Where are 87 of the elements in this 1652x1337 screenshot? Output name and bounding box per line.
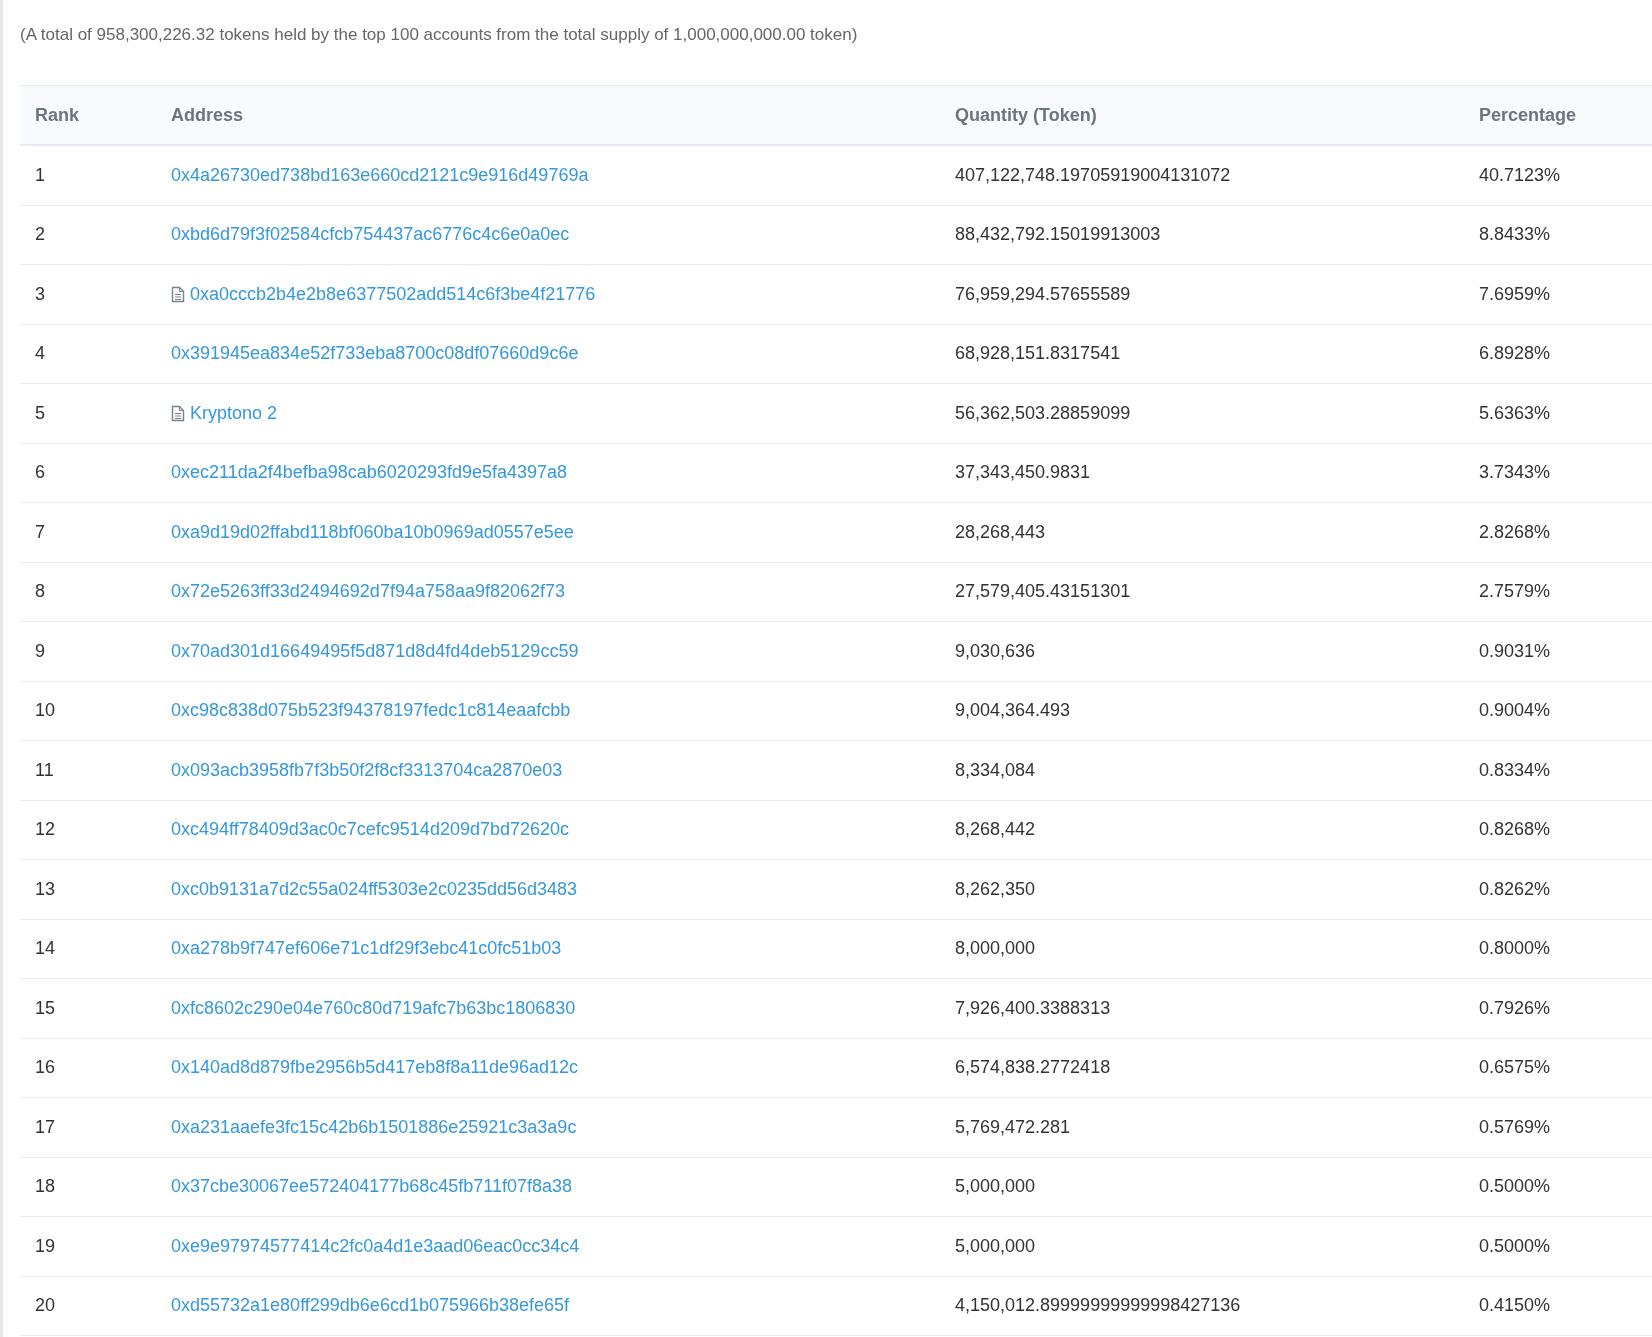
document-icon [171, 285, 185, 303]
address-link[interactable]: 0x4a26730ed738bd163e660cd2121c9e916d49769a [171, 161, 589, 189]
rank-cell: 8 [35, 581, 45, 602]
address-link[interactable]: 0xa278b9f747ef606e71c1df29f3ebc41c0fc51b03 [171, 935, 562, 963]
percentage-cell: 0.5000% [1479, 1235, 1551, 1256]
percentage-cell: 8.8433% [1479, 224, 1551, 245]
address-link[interactable]: 0xec211da2f4befba98cab6020293fd9e5fa4397a8 [171, 459, 568, 487]
percentage-cell: 2.8268% [1479, 521, 1551, 542]
percentage-cell: 0.9031% [1479, 640, 1551, 661]
rank-cell: 6 [35, 462, 45, 483]
quantity-cell: 8,000,000 [955, 938, 1036, 959]
rank-cell: 11 [35, 759, 54, 780]
quantity-cell: 37,343,450.9831 [955, 462, 1091, 483]
quantity-cell: 9,004,364.493 [955, 700, 1071, 721]
quantity-cell: 76,959,294.57655589 [955, 283, 1131, 304]
percentage-cell: 0.5769% [1479, 1116, 1551, 1137]
address-link[interactable]: 0x37cbe30067ee572404177b68c45fb711f07f8a38 [171, 1173, 573, 1201]
rank-cell: 19 [35, 1235, 56, 1256]
address-link[interactable]: 0xa231aaefe3fc15c42b6b1501886e25921c3a3a9c [171, 1113, 577, 1141]
quantity-cell: 88,432,792.15019913003 [955, 224, 1161, 245]
percentage-cell: 3.7343% [1479, 462, 1551, 483]
document-icon [171, 404, 185, 422]
percentage-cell: 0.8268% [1479, 819, 1551, 840]
address-link[interactable]: 0xc98c838d075b523f94378197fedc1c814eaafcbb [171, 697, 571, 725]
percentage-cell: 6.8928% [1479, 343, 1551, 364]
quantity-cell: 28,268,443 [955, 521, 1046, 542]
address-link[interactable]: 0xbd6d79f3f02584cfcb754437ac6776c4c6e0a0ec [171, 221, 570, 249]
address-link[interactable]: 0xe9e97974577414c2fc0a4d1e3aad06eac0cc34c4 [171, 1232, 580, 1260]
percentage-cell: 7.6959% [1479, 283, 1551, 304]
quantity-cell: 8,262,350 [955, 878, 1036, 899]
rank-cell: 5 [35, 402, 45, 423]
address-link[interactable]: 0xfc8602c290e04e760c80d719afc7b63bc1806830 [171, 994, 576, 1022]
percentage-cell: 40.7123% [1479, 164, 1561, 185]
contract-link[interactable]: Kryptono 2 [190, 399, 278, 427]
rank-cell: 20 [35, 1295, 56, 1316]
contract-link[interactable]: 0xa0cccb2b4e2b8e6377502add514c6f3be4f21776 [190, 280, 596, 308]
rank-cell: 14 [35, 938, 56, 959]
column-header: Rank [35, 104, 79, 125]
percentage-cell: 0.5000% [1479, 1176, 1551, 1197]
quantity-cell: 6,574,838.2772418 [955, 1057, 1111, 1078]
percentage-cell: 2.7579% [1479, 581, 1551, 602]
percentage-cell: 0.8334% [1479, 759, 1551, 780]
rank-cell: 17 [35, 1116, 56, 1137]
address-link[interactable]: 0x391945ea834e52f733eba8700c08df07660d9c6e [171, 340, 579, 368]
quantity-cell: 5,769,472.281 [955, 1116, 1071, 1137]
address-link[interactable]: 0xc494ff78409d3ac0c7cefc9514d209d7bd72620c [171, 816, 570, 844]
rank-cell: 16 [35, 1057, 56, 1078]
address-link[interactable]: 0x093acb3958fb7f3b50f2f8cf3313704ca2870e03 [171, 756, 563, 784]
address-link[interactable]: 0x140ad8d879fbe2956b5d417eb8f8a11de96ad12c [171, 1054, 579, 1082]
rank-cell: 7 [35, 521, 45, 542]
address-link[interactable]: 0xd55732a1e80ff299db6e6cd1b075966b38efe65f [171, 1292, 570, 1320]
quantity-cell: 9,030,636 [955, 640, 1036, 661]
quantity-cell: 27,579,405.43151301 [955, 581, 1131, 602]
column-header: Percentage [1479, 104, 1577, 125]
quantity-cell: 8,268,442 [955, 819, 1036, 840]
rank-cell: 10 [35, 700, 56, 721]
quantity-cell: 8,334,084 [955, 759, 1036, 780]
percentage-cell: 0.6575% [1479, 1057, 1551, 1078]
rank-cell: 9 [35, 640, 45, 661]
rank-cell: 15 [35, 997, 56, 1018]
quantity-cell: 7,926,400.3388313 [955, 997, 1111, 1018]
quantity-cell: 4,150,012.89999999999998427136 [955, 1295, 1241, 1316]
address-link[interactable]: 0xc0b9131a7d2c55a024ff5303e2c0235dd56d3483 [171, 875, 578, 903]
address-link[interactable]: 0x72e5263ff33d2494692d7f94a758aa9f82062f73 [171, 578, 566, 606]
column-header: Address [171, 104, 244, 125]
rank-cell: 18 [35, 1176, 56, 1197]
column-header: Quantity (Token) [955, 104, 1097, 125]
percentage-cell: 0.7926% [1479, 997, 1551, 1018]
percentage-cell: 0.8000% [1479, 938, 1551, 959]
percentage-cell: 0.4150% [1479, 1295, 1551, 1316]
percentage-cell: 0.9004% [1479, 700, 1551, 721]
quantity-cell: 56,362,503.28859099 [955, 402, 1131, 423]
quantity-cell: 68,928,151.8317541 [955, 343, 1121, 364]
summary-text: (A total of 958,300,226.32 tokens held by the top 100 accounts from the total supply of 1,000,000,000.00 token) [20, 24, 859, 46]
quantity-cell: 5,000,000 [955, 1235, 1036, 1256]
rank-cell: 4 [35, 343, 45, 364]
address-link[interactable]: 0x70ad301d16649495f5d871d8d4fd4deb5129cc59 [171, 637, 579, 665]
rank-cell: 13 [35, 878, 56, 899]
rank-cell: 1 [35, 164, 45, 185]
rank-cell: 3 [35, 283, 45, 304]
percentage-cell: 0.8262% [1479, 878, 1551, 899]
quantity-cell: 407,122,748.19705919004131072 [955, 164, 1231, 185]
quantity-cell: 5,000,000 [955, 1176, 1036, 1197]
percentage-cell: 5.6363% [1479, 402, 1551, 423]
rank-cell: 12 [35, 819, 56, 840]
address-link[interactable]: 0xa9d19d02ffabd118bf060ba10b0969ad0557e5ee [171, 518, 574, 546]
rank-cell: 2 [35, 224, 45, 245]
